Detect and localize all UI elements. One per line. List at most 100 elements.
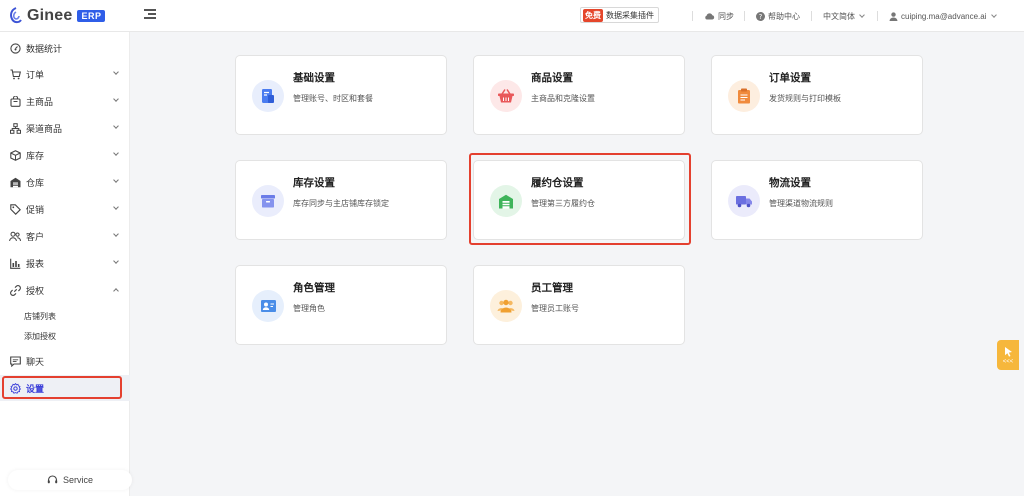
sidebar-item-label: 客户 [26,231,45,242]
service-label: Service [62,475,93,485]
menu-collapse-icon[interactable] [144,9,156,21]
card-basic-settings[interactable]: 基础设置 管理账号、时区和套餐 [235,55,447,135]
card-order-settings[interactable]: 订单设置 发货规则与打印模板 [711,55,923,135]
basket-icon [498,89,514,103]
card-title: 订单设置 [769,72,811,84]
cart-icon [10,68,21,79]
chevron-down-icon [113,204,119,210]
sidebar-item-label: 设置 [26,383,45,394]
sidebar-item-label: 报表 [26,258,45,269]
user-email: cuiping.ma@advance.ai [901,11,987,21]
chevron-down-icon [113,258,119,264]
card-icon-wrap [728,80,760,112]
warehouse-icon [499,194,513,208]
sidebar-item-dashboard[interactable]: 数据统计 [0,35,130,61]
sidebar-item-label: 聊天 [26,356,45,367]
sidebar-item-authorization[interactable]: 授权 [0,277,130,303]
svg-text:?: ? [759,13,763,21]
bag-icon [9,95,21,107]
card-description: 发货规则与打印模板 [769,94,841,103]
box-icon [9,149,21,161]
card-icon-wrap [490,290,522,322]
card-description: 管理员工账号 [531,304,579,313]
sync-label: 同步 [718,11,734,21]
service-button[interactable]: Service [8,470,132,490]
divider [877,11,878,21]
sidebar-item-label: 订单 [26,69,45,80]
card-title: 基础设置 [293,72,335,84]
divider [692,11,693,21]
sidebar-item-reports[interactable]: 报表 [0,250,130,276]
document-icon [262,89,274,103]
divider [811,11,812,21]
sidebar-subitem-shop-list[interactable]: 店铺列表 [0,306,130,326]
card-logistics-settings[interactable]: 物流设置 管理渠道物流规则 [711,160,923,240]
truck-icon [736,195,752,207]
app-logo[interactable]: Ginee ERP [0,0,130,32]
floating-assistant-button[interactable]: <<< [997,340,1019,370]
free-badge: 免费 [583,8,603,22]
card-title: 物流设置 [769,177,811,189]
card-inventory-settings[interactable]: 库存设置 库存同步与主店铺库存锁定 [235,160,447,240]
ginee-logo-icon [10,6,22,23]
users-icon [9,231,21,241]
top-header: Ginee ERP 免费 数据采集插件 同步 ? 帮助中心 中文简体 cuipi… [0,0,1024,32]
card-title: 角色管理 [293,282,335,294]
plugin-label: 数据采集插件 [606,10,654,20]
chevron-down-icon [859,12,865,18]
tag-icon [9,203,21,215]
sidebar-item-warehouse[interactable]: 仓库 [0,169,130,195]
language-select[interactable]: 中文简体 [823,9,865,23]
chevron-up-icon [113,288,119,294]
sidebar-item-label: 促销 [26,204,45,215]
chevron-down-icon [113,123,119,129]
sidebar-subitem-add-authorization[interactable]: 添加授权 [0,326,130,346]
card-description: 管理渠道物流规则 [769,199,833,208]
sidebar-item-channel-products[interactable]: 渠道商品 [0,115,130,141]
card-description: 主商品和克隆设置 [531,94,595,103]
help-label: 帮助中心 [768,11,800,21]
card-title: 商品设置 [531,72,573,84]
help-circle-icon: ? [756,11,765,21]
logo-badge: ERP [77,9,106,22]
chevron-down-icon [990,12,997,18]
team-icon [497,299,515,313]
sync-button[interactable]: 同步 [704,9,734,23]
chevron-down-icon [113,96,119,102]
card-icon-wrap [490,185,522,217]
sidebar-item-customers[interactable]: 客户 [0,223,130,249]
id-card-icon [260,300,276,312]
side-widget-label: <<< [1002,358,1014,365]
sidebar-item-inventory[interactable]: 库存 [0,142,130,168]
sidebar-item-chat[interactable]: 聊天 [0,348,130,374]
card-icon-wrap [728,185,760,217]
card-staff-management[interactable]: 员工管理 管理员工账号 [473,265,685,345]
gear-icon [9,382,21,394]
card-title: 履约仓设置 [531,177,584,189]
pointer-icon [1004,346,1012,357]
sidebar-item-label: 仓库 [26,177,45,188]
card-fulfillment-warehouse-settings[interactable]: 履约仓设置 管理第三方履约仓 [473,160,685,240]
user-menu[interactable]: cuiping.ma@advance.ai [889,9,997,23]
link-icon [9,284,21,296]
sidebar-item-master-products[interactable]: 主商品 [0,88,130,114]
logo-text: Ginee [27,6,73,24]
chart-icon [9,258,20,269]
card-product-settings[interactable]: 商品设置 主商品和克隆设置 [473,55,685,135]
sidebar-item-settings[interactable]: 设置 [0,375,130,401]
sidebar-item-label: 主商品 [26,96,54,107]
sidebar-item-label: 渠道商品 [26,123,63,134]
card-description: 管理角色 [293,304,325,313]
card-icon-wrap [490,80,522,112]
data-plugin-button[interactable]: 免费 数据采集插件 [580,7,659,23]
sidebar-item-orders[interactable]: 订单 [0,61,130,87]
sidebar-item-promotions[interactable]: 促销 [0,196,130,222]
dashboard-icon [9,42,21,54]
cloud-icon [705,13,715,20]
help-center-button[interactable]: ? 帮助中心 [756,9,800,23]
card-description: 管理账号、时区和套餐 [293,94,373,103]
card-icon-wrap [252,290,284,322]
card-role-management[interactable]: 角色管理 管理角色 [235,265,447,345]
language-label: 中文简体 [823,11,855,21]
inventory-icon [261,195,275,208]
